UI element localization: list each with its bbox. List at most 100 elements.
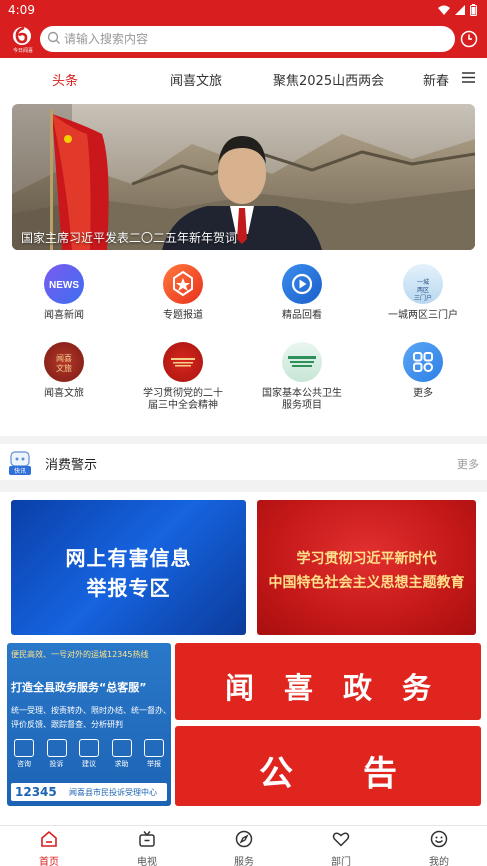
- search-input[interactable]: [64, 30, 444, 48]
- replay-icon: [282, 264, 322, 304]
- report-line2: 举报专区: [86, 576, 171, 600]
- status-icons: [438, 4, 477, 16]
- battery-icon: [470, 4, 477, 16]
- hotline-suggest: 建议: [76, 739, 102, 769]
- study-line1: 学习贯彻习近平新时代: [296, 551, 437, 567]
- svg-text:三门户: 三门户: [414, 294, 432, 302]
- grid-item-news[interactable]: NEWS 闻喜新闻: [14, 264, 114, 322]
- nav-label: 我的: [429, 857, 449, 866]
- grid-item-city[interactable]: 一城 两区 三门户 一城两区三门户: [373, 264, 473, 322]
- badge-icon: [163, 264, 203, 304]
- compass-icon: [235, 830, 253, 848]
- grid-label: 闻喜新闻: [44, 310, 84, 321]
- nav-mine[interactable]: 我的: [409, 830, 469, 866]
- grid-label: 闻喜文旅: [44, 388, 84, 399]
- nav-label: 电视: [137, 857, 157, 866]
- main-content: 国家主席习近平发表二〇二五年新年贺词 NEWS 闻喜新闻 专题报道 精品回看 一…: [0, 98, 487, 825]
- notice-card[interactable]: 公告: [175, 726, 481, 806]
- hotline-icons: 咨询 投诉 建议 求助 举报: [11, 739, 167, 769]
- nav-label: 部门: [331, 857, 351, 866]
- channel-tabs: 头条 闻喜文旅 聚焦2025山西两会 新春: [0, 58, 487, 98]
- svg-text:NEWS: NEWS: [49, 280, 79, 291]
- grid-item-culture[interactable]: 闻喜 文旅 闻喜文旅: [14, 342, 114, 400]
- tab-new-year[interactable]: 新春: [423, 70, 449, 89]
- government-affairs-card[interactable]: 闻喜政务: [175, 643, 481, 720]
- tab-headline[interactable]: 头条: [52, 70, 78, 89]
- hotline-number: 12345: [15, 785, 57, 799]
- search-icon: [47, 31, 60, 44]
- nav-tv[interactable]: 电视: [117, 830, 177, 866]
- tab-culture-tourism[interactable]: 闻喜文旅: [170, 70, 222, 89]
- grid-item-health[interactable]: 国家基本公共卫生服务项目: [252, 342, 352, 412]
- consumer-warning-section[interactable]: 快讯 消费警示 更多: [0, 444, 487, 480]
- tv-icon: [139, 831, 155, 847]
- logo-text: 今日闻喜: [12, 48, 33, 54]
- notice-title: 公告: [259, 754, 467, 794]
- grid-label: 国家基本公共卫生服务项目: [262, 388, 342, 411]
- culture-icon: 闻喜 文旅: [44, 342, 84, 382]
- affairs-title: 闻喜政务: [224, 671, 461, 705]
- hotline-title: 打造全县政务服务“总客服”: [11, 681, 147, 694]
- home-icon: [41, 830, 57, 847]
- hotline-help: 求助: [109, 739, 135, 769]
- logo-mark-icon: [13, 26, 31, 45]
- city-icon: 一城 两区 三门户: [403, 264, 443, 304]
- nav-service[interactable]: 服务: [214, 830, 274, 866]
- section-divider: [0, 480, 487, 492]
- report-zone-card[interactable]: 网上有害信息 举报专区: [11, 500, 246, 635]
- nav-department[interactable]: 部门: [311, 830, 371, 866]
- robot-icon: 快讯: [9, 451, 31, 475]
- nav-home[interactable]: 首页: [19, 830, 79, 866]
- study-line2: 中国特色社会主义思想主题教育: [268, 575, 465, 591]
- hotline-footer: 12345 闻喜县市民投诉受理中心: [11, 783, 167, 801]
- grid-label: 精品回看: [282, 310, 322, 321]
- status-time: 4:09: [8, 3, 35, 17]
- more-link[interactable]: 更多: [457, 456, 479, 472]
- hotline-complaint: 投诉: [44, 739, 70, 769]
- clock-icon[interactable]: [460, 30, 478, 48]
- wifi-icon: [438, 5, 450, 15]
- grid-item-more[interactable]: 更多: [373, 342, 473, 400]
- svg-text:一城: 一城: [417, 279, 429, 286]
- report-line1: 网上有害信息: [65, 546, 192, 570]
- svg-text:闻喜: 闻喜: [56, 353, 72, 363]
- app-header: 今日闻喜: [0, 22, 487, 58]
- bottom-nav: 首页 电视 服务 部门 我的: [0, 825, 487, 866]
- more-apps-icon: [403, 342, 443, 382]
- health-icon: [282, 342, 322, 382]
- grid-item-study[interactable]: 学习贯彻党的二十届三中全会精神: [133, 342, 233, 412]
- hotline-line1: 统一受理、按责转办、限时办结、统一督办、: [11, 706, 167, 715]
- svg-text:两区: 两区: [417, 287, 429, 294]
- news-icon: NEWS: [44, 264, 84, 304]
- study-theme-card[interactable]: 学习贯彻习近平新时代 中国特色社会主义思想主题教育: [257, 500, 476, 635]
- grid-label: 更多: [413, 388, 433, 399]
- menu-icon[interactable]: [462, 72, 475, 83]
- hotline-report: 举报: [141, 739, 167, 769]
- hotline-card[interactable]: 便民高效、一号对外的运城12345热线 打造全县政务服务“总客服” 统一受理、按…: [7, 643, 171, 806]
- grid-label: 专题报道: [163, 310, 203, 321]
- hotline-line2: 评价反馈、跟踪督查、分析研判: [11, 720, 123, 729]
- hotline-top: 便民高效、一号对外的运城12345热线: [11, 650, 149, 659]
- hotline-consult: 咨询: [11, 739, 37, 769]
- section-icon-text: 快讯: [14, 467, 26, 475]
- shortcut-grid: NEWS 闻喜新闻 专题报道 精品回看 一城 两区 三门户 一城两区三门户 闻喜 文旅: [0, 258, 487, 438]
- study-icon: [163, 342, 203, 382]
- headline-banner[interactable]: 国家主席习近平发表二〇二五年新年贺词: [12, 104, 475, 250]
- heart-icon: [332, 832, 350, 847]
- tab-two-sessions[interactable]: 聚焦2025山西两会: [273, 70, 384, 89]
- nav-label: 服务: [234, 857, 254, 866]
- app-logo[interactable]: 今日闻喜: [10, 24, 36, 56]
- grid-label: 学习贯彻党的二十届三中全会精神: [143, 388, 223, 411]
- nav-label: 首页: [39, 857, 59, 866]
- section-title: 消费警示: [45, 458, 98, 473]
- search-bar[interactable]: [40, 26, 455, 52]
- banner-caption: 国家主席习近平发表二〇二五年新年贺词: [21, 231, 238, 245]
- hotline-center: 闻喜县市民投诉受理中心: [69, 788, 157, 797]
- grid-item-replay[interactable]: 精品回看: [252, 264, 352, 322]
- section-divider: [0, 436, 487, 444]
- signal-icon: [455, 5, 465, 15]
- grid-item-special-report[interactable]: 专题报道: [133, 264, 233, 322]
- grid-label: 一城两区三门户: [388, 310, 458, 321]
- status-bar: 4:09: [0, 0, 487, 22]
- svg-text:文旅: 文旅: [56, 363, 72, 373]
